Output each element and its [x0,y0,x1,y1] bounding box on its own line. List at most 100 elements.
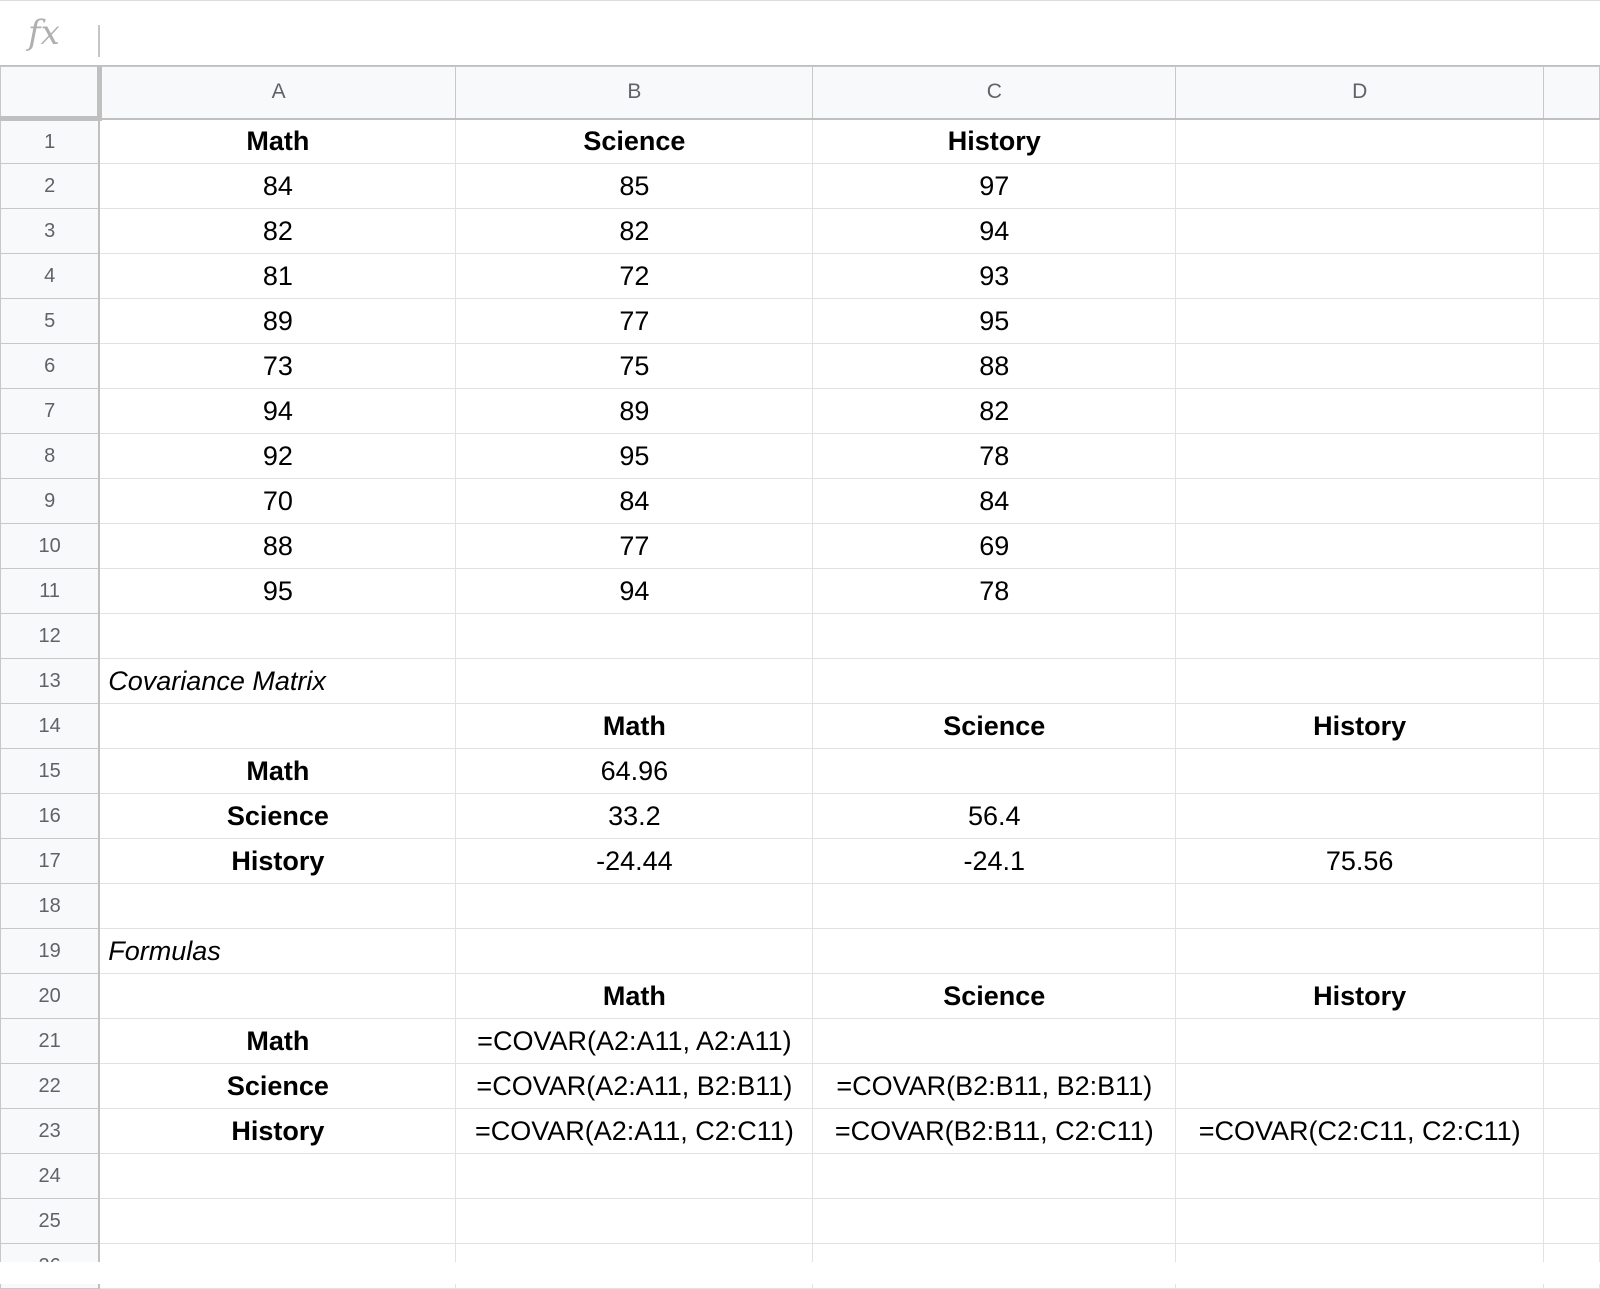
row-header[interactable]: 13 [0,658,101,704]
cell-b15[interactable]: 64.96 [455,748,814,794]
cell-d1[interactable] [1175,118,1545,164]
cell-e2[interactable] [1543,163,1600,209]
row-header[interactable]: 21 [0,1018,101,1064]
cell-e25[interactable] [1543,1198,1600,1244]
cell-a21[interactable]: Math [98,1018,457,1064]
cell-d17[interactable]: 75.56 [1175,838,1545,884]
cell-a6[interactable]: 73 [98,343,457,389]
cell-b9[interactable]: 84 [455,478,814,524]
row-header[interactable]: 17 [0,838,101,884]
cell-e11[interactable] [1543,568,1600,614]
cell-d23[interactable]: =COVAR(C2:C11, C2:C11) [1175,1108,1545,1154]
cell-b16[interactable]: 33.2 [455,793,814,839]
cell-d7[interactable] [1175,388,1545,434]
cell-b20[interactable]: Math [455,973,814,1019]
cell-e12[interactable] [1543,613,1600,659]
formula-input[interactable] [110,19,1580,51]
cell-b11[interactable]: 94 [455,568,814,614]
row-header[interactable]: 11 [0,568,101,614]
cell-e23[interactable] [1543,1108,1600,1154]
cell-b2[interactable]: 85 [455,163,814,209]
cell-e15[interactable] [1543,748,1600,794]
cell-b1[interactable]: Science [455,118,814,164]
cell-d12[interactable] [1175,613,1545,659]
row-header[interactable]: 24 [0,1153,101,1199]
cell-c21[interactable] [812,1018,1177,1064]
select-all-corner[interactable] [0,66,102,121]
cell-c7[interactable]: 82 [812,388,1177,434]
cell-a25[interactable] [98,1198,457,1244]
cell-c25[interactable] [812,1198,1177,1244]
cell-d11[interactable] [1175,568,1545,614]
cell-b22[interactable]: =COVAR(A2:A11, B2:B11) [455,1063,814,1109]
cell-b8[interactable]: 95 [455,433,814,479]
cell-b17[interactable]: -24.44 [455,838,814,884]
cell-e1[interactable] [1543,118,1600,164]
cell-c17[interactable]: -24.1 [812,838,1177,884]
row-header[interactable]: 9 [0,478,101,524]
cell-e13[interactable] [1543,658,1600,704]
cell-e18[interactable] [1543,883,1600,929]
cell-a22[interactable]: Science [98,1063,457,1109]
cell-a7[interactable]: 94 [98,388,457,434]
cell-d14[interactable]: History [1175,703,1545,749]
row-header[interactable]: 18 [0,883,101,929]
cell-d22[interactable] [1175,1063,1545,1109]
cell-a2[interactable]: 84 [98,163,457,209]
cell-d16[interactable] [1175,793,1545,839]
cell-c10[interactable]: 69 [812,523,1177,569]
cell-c1[interactable]: History [812,118,1177,164]
cell-b13[interactable] [455,658,814,704]
cell-a19[interactable]: Formulas [98,928,457,974]
cell-e16[interactable] [1543,793,1600,839]
cell-c11[interactable]: 78 [812,568,1177,614]
cell-c18[interactable] [812,883,1177,929]
cell-b12[interactable] [455,613,814,659]
column-header-b[interactable]: B [455,66,814,120]
row-header[interactable]: 6 [0,343,101,389]
cell-e20[interactable] [1543,973,1600,1019]
cell-e3[interactable] [1543,208,1600,254]
cell-b14[interactable]: Math [455,703,814,749]
cell-e21[interactable] [1543,1018,1600,1064]
cell-c15[interactable] [812,748,1177,794]
cell-a10[interactable]: 88 [98,523,457,569]
cell-c20[interactable]: Science [812,973,1177,1019]
row-header[interactable]: 23 [0,1108,101,1154]
cell-e7[interactable] [1543,388,1600,434]
cell-b23[interactable]: =COVAR(A2:A11, C2:C11) [455,1108,814,1154]
row-header[interactable]: 16 [0,793,101,839]
cell-b21[interactable]: =COVAR(A2:A11, A2:A11) [455,1018,814,1064]
cell-a23[interactable]: History [98,1108,457,1154]
cell-d13[interactable] [1175,658,1545,704]
cell-c24[interactable] [812,1153,1177,1199]
row-header[interactable]: 14 [0,703,101,749]
cell-d15[interactable] [1175,748,1545,794]
cell-b7[interactable]: 89 [455,388,814,434]
cell-e24[interactable] [1543,1153,1600,1199]
cell-c9[interactable]: 84 [812,478,1177,524]
cell-d10[interactable] [1175,523,1545,569]
column-header-d[interactable]: D [1175,66,1545,120]
cell-e4[interactable] [1543,253,1600,299]
cell-d18[interactable] [1175,883,1545,929]
cell-d5[interactable] [1175,298,1545,344]
column-header-e[interactable] [1543,66,1600,120]
cell-d25[interactable] [1175,1198,1545,1244]
cell-b19[interactable] [455,928,814,974]
row-header[interactable]: 25 [0,1198,101,1244]
cell-d19[interactable] [1175,928,1545,974]
cell-e14[interactable] [1543,703,1600,749]
cell-c16[interactable]: 56.4 [812,793,1177,839]
cell-a11[interactable]: 95 [98,568,457,614]
cell-d20[interactable]: History [1175,973,1545,1019]
cell-d8[interactable] [1175,433,1545,479]
row-header[interactable]: 5 [0,298,101,344]
cell-b5[interactable]: 77 [455,298,814,344]
row-header[interactable]: 10 [0,523,101,569]
cell-e6[interactable] [1543,343,1600,389]
cell-d9[interactable] [1175,478,1545,524]
cell-a16[interactable]: Science [98,793,457,839]
cell-a18[interactable] [98,883,457,929]
cell-c6[interactable]: 88 [812,343,1177,389]
